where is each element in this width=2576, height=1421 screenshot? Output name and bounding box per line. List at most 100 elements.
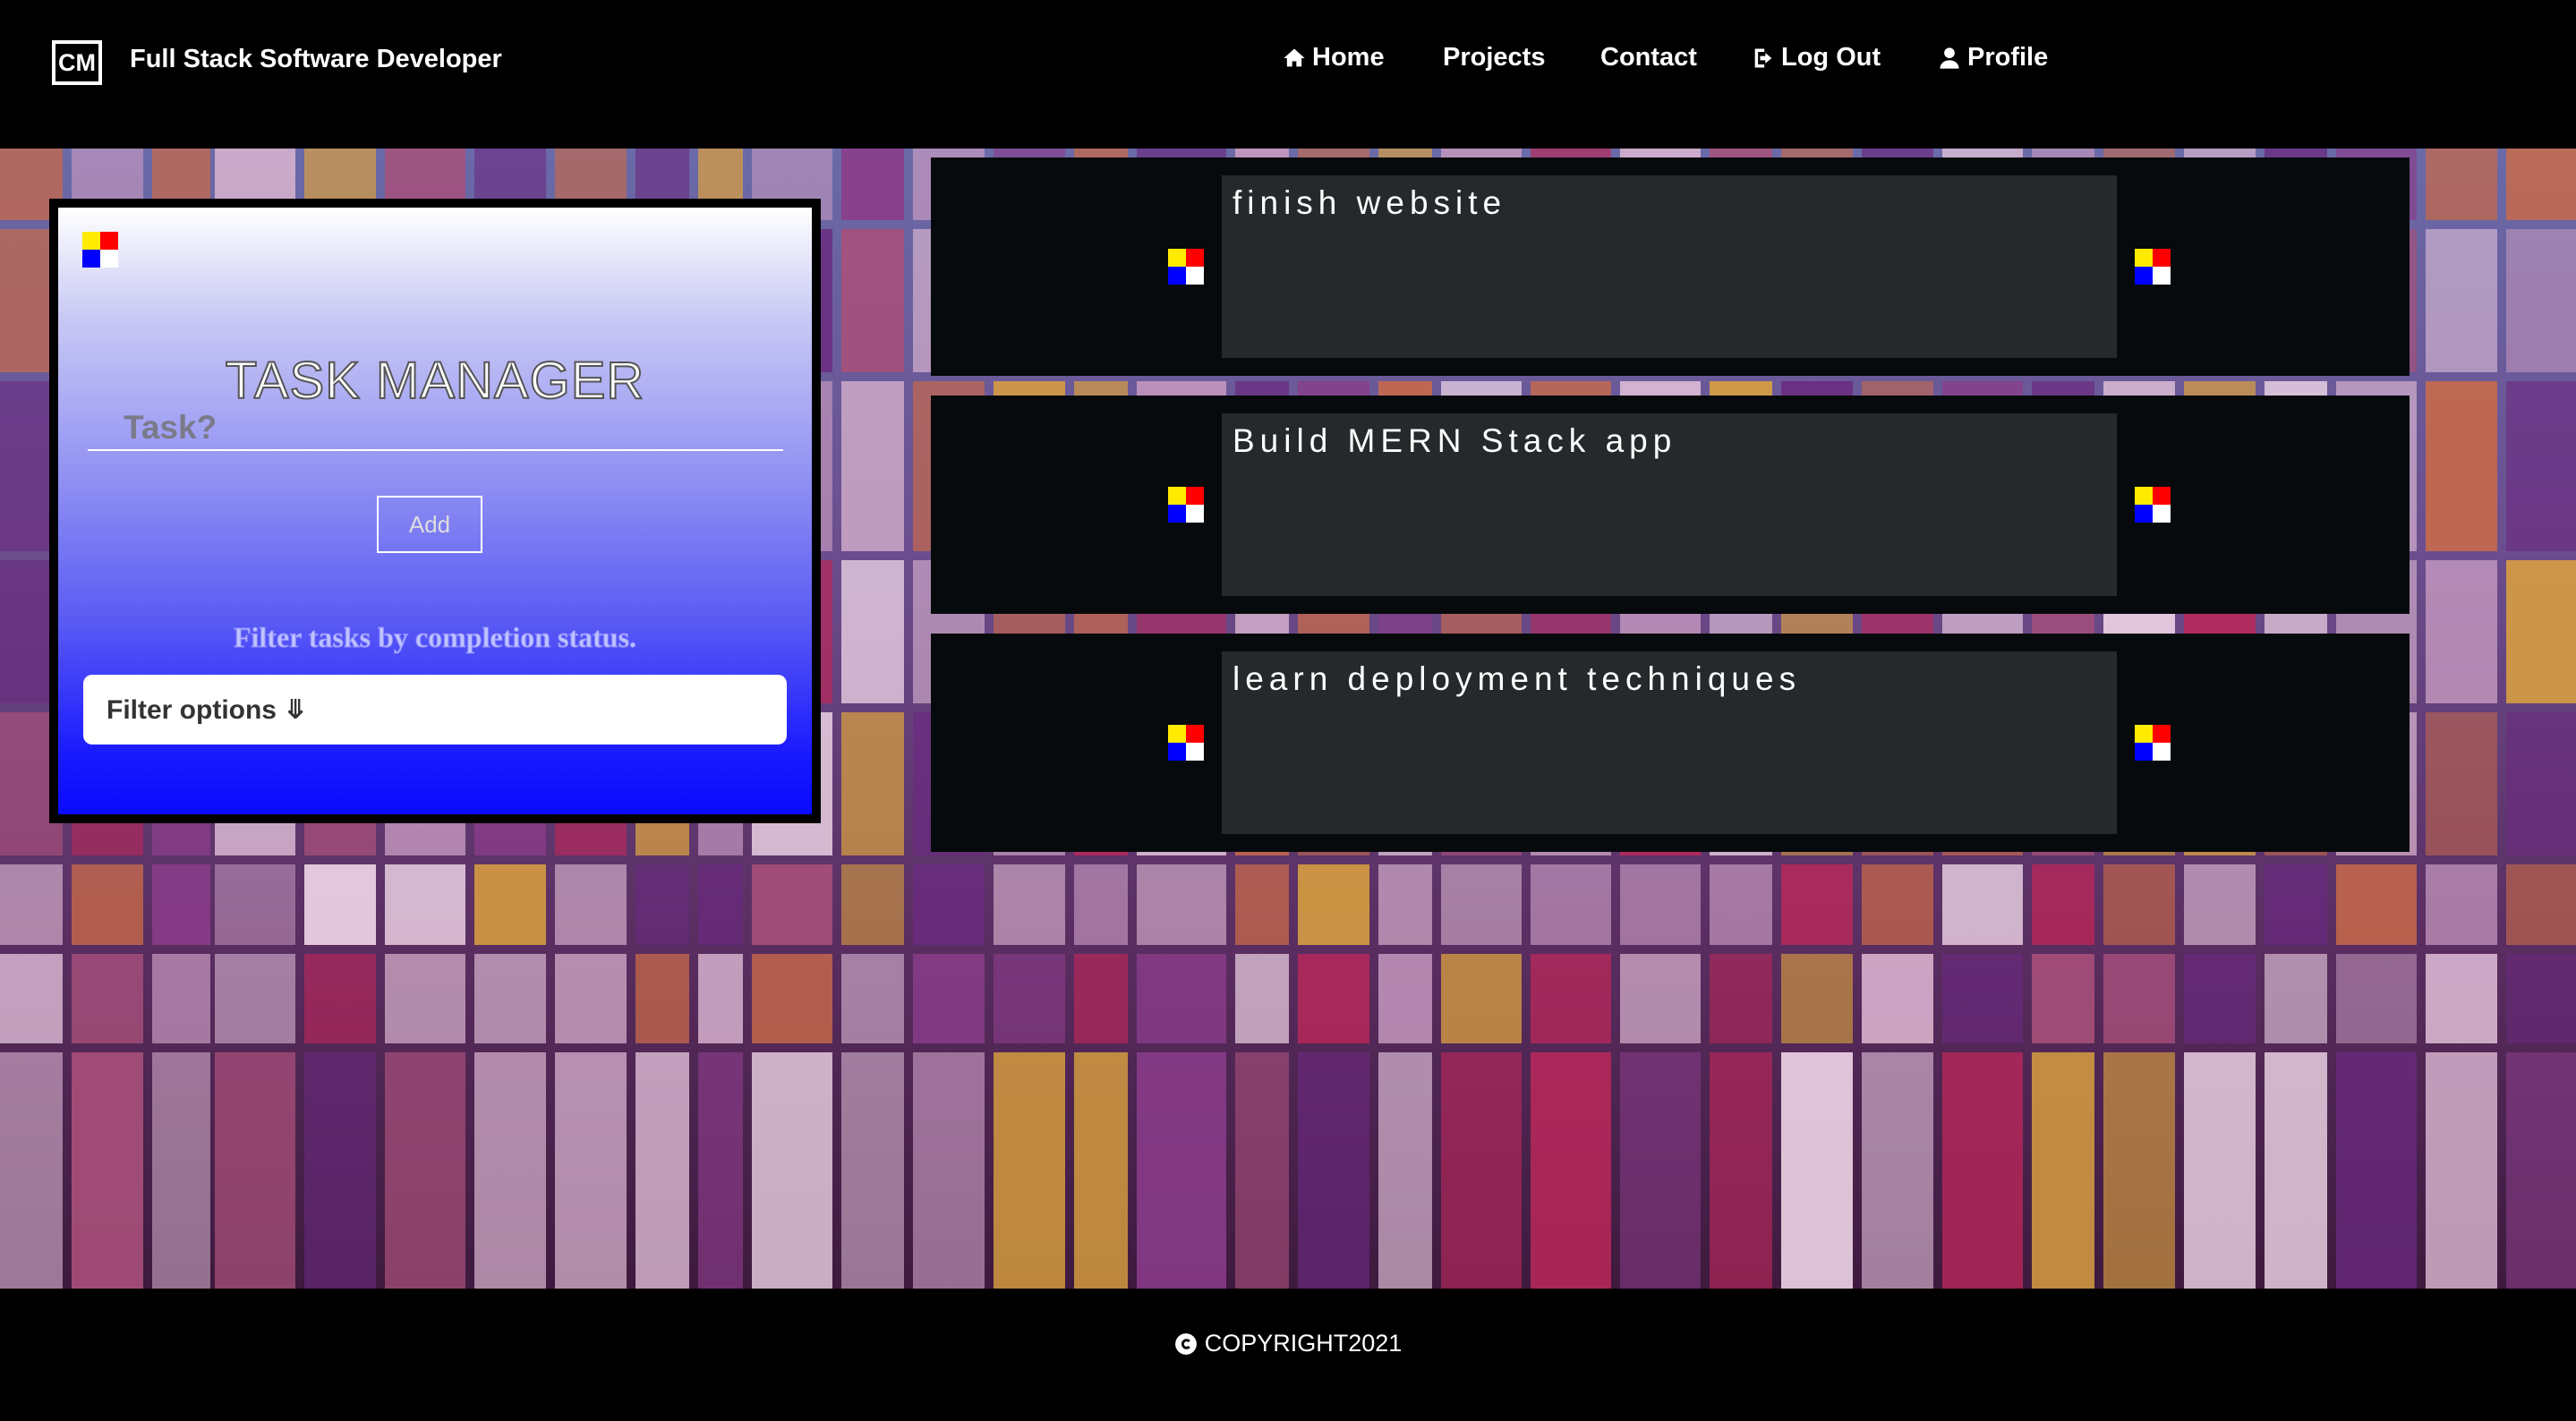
filter-caption: Filter tasks by completion status. xyxy=(233,621,637,654)
background-tile xyxy=(0,864,63,945)
background-tile xyxy=(2426,560,2497,703)
background-tile xyxy=(994,1052,1065,1289)
background-tile xyxy=(152,1052,210,1289)
background-tile xyxy=(2103,864,2175,945)
background-tile xyxy=(2506,712,2576,855)
background-tile xyxy=(215,954,295,1043)
background-tile xyxy=(474,1052,546,1289)
brand-logo[interactable]: CM xyxy=(52,40,102,85)
background-tile xyxy=(2184,954,2256,1043)
background-tile xyxy=(635,864,689,945)
nav-link-profile[interactable]: Profile xyxy=(1937,43,2048,72)
background-tile xyxy=(2336,1052,2417,1289)
background-tile xyxy=(752,1052,832,1289)
background-tile xyxy=(1441,864,1522,945)
background-tile xyxy=(2336,954,2417,1043)
background-tile xyxy=(72,954,143,1043)
background-tile xyxy=(72,864,143,945)
background-tile xyxy=(2506,381,2576,551)
task-text[interactable]: Build MERN Stack app xyxy=(1222,413,2117,596)
mondrian-icon[interactable] xyxy=(1168,487,1204,523)
background-tile xyxy=(841,229,904,372)
background-tile xyxy=(1862,1052,1933,1289)
background-tile xyxy=(2426,864,2497,945)
background-tile xyxy=(1074,954,1128,1043)
background-tile xyxy=(1531,954,1611,1043)
nav-link-home-label: Home xyxy=(1312,43,1385,72)
brand-name[interactable]: Full Stack Software Developer xyxy=(130,45,502,74)
background-tile xyxy=(215,864,295,945)
task-text[interactable]: learn deployment techniques xyxy=(1222,651,2117,834)
background-tile xyxy=(1378,954,1432,1043)
background-tile xyxy=(1137,864,1226,945)
mondrian-icon[interactable] xyxy=(2135,249,2171,285)
background-tile xyxy=(2506,149,2576,220)
background-tile xyxy=(698,1052,743,1289)
background-tile xyxy=(1531,864,1611,945)
home-icon xyxy=(1284,48,1305,66)
background-tile xyxy=(152,954,210,1043)
background-tile xyxy=(841,864,904,945)
background-tile xyxy=(752,864,832,945)
background-tile xyxy=(385,954,465,1043)
background-tile xyxy=(1862,954,1933,1043)
background-tile xyxy=(72,1052,143,1289)
background-tile xyxy=(1620,1052,1701,1289)
background-tile xyxy=(2336,864,2417,945)
background-tile xyxy=(1298,1052,1369,1289)
background-tile xyxy=(215,1052,295,1289)
background-tile xyxy=(1298,954,1369,1043)
background-tile xyxy=(555,954,627,1043)
background-tile xyxy=(913,954,985,1043)
background-tile xyxy=(304,864,376,945)
background-tile xyxy=(841,149,904,220)
background-tile xyxy=(1781,1052,1853,1289)
navbar: CM Full Stack Software Developer Home Pr… xyxy=(0,0,2576,149)
background-tile xyxy=(1531,1052,1611,1289)
background-tile xyxy=(1710,1052,1772,1289)
filter-options-select[interactable]: Filter options ⤋ xyxy=(83,675,787,745)
copyright-icon xyxy=(1174,1332,1197,1355)
background-tile xyxy=(1781,864,1853,945)
task-text[interactable]: finish website xyxy=(1222,175,2117,358)
background-tile xyxy=(2426,149,2497,220)
nav-link-logout[interactable]: Log Out xyxy=(1751,43,1881,72)
background-tile xyxy=(2103,954,2175,1043)
task-input[interactable] xyxy=(88,406,783,451)
task-card: learn deployment techniques xyxy=(931,634,2410,852)
mondrian-icon[interactable] xyxy=(1168,725,1204,761)
background-tile xyxy=(1781,954,1853,1043)
background-tile xyxy=(2426,712,2497,855)
background-tile xyxy=(2184,1052,2256,1289)
copyright: COPYRIGHT2021 xyxy=(0,1330,2576,1357)
background-tile xyxy=(2184,864,2256,945)
footer: COPYRIGHT2021 xyxy=(0,1289,2576,1421)
nav-link-projects-label: Projects xyxy=(1443,43,1546,72)
background-tile xyxy=(1942,864,2023,945)
nav-link-home[interactable]: Home xyxy=(1282,43,1385,72)
copyright-text: COPYRIGHT2021 xyxy=(1204,1330,1403,1357)
add-task-button[interactable]: Add xyxy=(377,496,482,553)
background-tile xyxy=(1942,1052,2023,1289)
mondrian-icon[interactable] xyxy=(2135,487,2171,523)
nav-link-projects[interactable]: Projects xyxy=(1443,43,1545,72)
background-tile xyxy=(1620,864,1701,945)
background-tile xyxy=(2506,1052,2576,1289)
background-tile xyxy=(2032,1052,2094,1289)
nav-link-profile-label: Profile xyxy=(1967,43,2049,72)
background-tile xyxy=(752,954,832,1043)
background-tile xyxy=(1137,1052,1226,1289)
background-tile xyxy=(1862,864,1933,945)
background-tile xyxy=(2032,954,2094,1043)
nav-link-contact[interactable]: Contact xyxy=(1600,43,1697,72)
background-tile xyxy=(0,954,63,1043)
background-tile xyxy=(1235,864,1289,945)
background-tile xyxy=(913,1052,985,1289)
background-tile xyxy=(841,954,904,1043)
background-tile xyxy=(2506,560,2576,703)
background-tile xyxy=(1378,1052,1432,1289)
mondrian-icon[interactable] xyxy=(1168,249,1204,285)
mondrian-icon[interactable] xyxy=(2135,725,2171,761)
background-tile xyxy=(841,381,904,551)
background-tile xyxy=(1137,954,1226,1043)
